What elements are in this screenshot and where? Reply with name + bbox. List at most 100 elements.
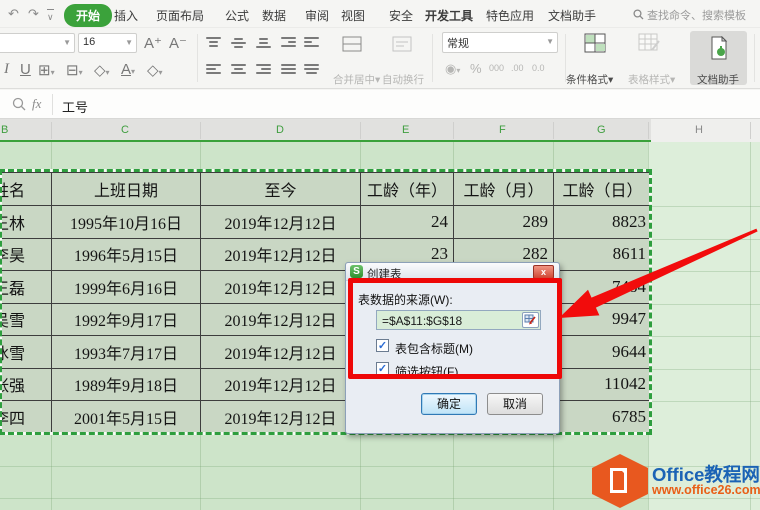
- insert-function-icon[interactable]: fx: [32, 96, 41, 112]
- checkbox-checked-icon: ✓: [376, 339, 389, 352]
- doc-assistant-label: 文档助手: [697, 72, 739, 87]
- header-name[interactable]: 姓名: [1, 173, 52, 206]
- clear-format-button[interactable]: ◇▾: [147, 61, 163, 79]
- header-years[interactable]: 工龄（年）: [361, 173, 454, 206]
- column-header-h[interactable]: H: [695, 124, 703, 136]
- align-bottom-button[interactable]: [256, 37, 271, 48]
- conditional-format-button[interactable]: 条件格式▾: [566, 72, 613, 87]
- dialog-title-bar[interactable]: S 创建表 x: [346, 263, 559, 281]
- align-center-button[interactable]: [231, 64, 246, 75]
- increase-indent-button[interactable]: [304, 37, 319, 48]
- thousands-format-button[interactable]: 000: [489, 63, 504, 73]
- font-size-combo[interactable]: 16 ▼: [78, 33, 137, 53]
- chevron-down-icon: ▼: [63, 38, 71, 47]
- ok-button[interactable]: 确定: [421, 393, 477, 415]
- align-middle-button[interactable]: [231, 37, 246, 48]
- tab-doc-assistant[interactable]: 文档助手: [548, 7, 596, 24]
- fill-color-button[interactable]: ◇▾: [94, 61, 110, 79]
- doc-assistant-button[interactable]: 文档助手: [690, 31, 747, 85]
- header-start-date[interactable]: 上班日期: [52, 173, 201, 206]
- tab-insert[interactable]: 插入: [114, 7, 138, 24]
- wrap-text-icon: [392, 36, 412, 52]
- borders-button[interactable]: ⊞▾: [38, 61, 55, 79]
- decrease-font-button[interactable]: A⁻: [169, 34, 187, 52]
- tab-special-apps[interactable]: 特色应用: [486, 7, 534, 24]
- decrease-indent-button[interactable]: [281, 37, 296, 48]
- italic-button[interactable]: I: [4, 61, 9, 78]
- number-format-value: 常规: [447, 38, 469, 50]
- source-range-input[interactable]: =$A$11:$G$18: [376, 310, 541, 330]
- formula-input[interactable]: 工号: [62, 97, 88, 116]
- tab-security[interactable]: 安全: [389, 7, 413, 24]
- checkbox-checked-icon: ✓: [376, 362, 389, 375]
- checkbox-label: 筛选按钮(F): [395, 363, 458, 380]
- font-color-button[interactable]: A▾: [121, 61, 135, 78]
- fill-cells-button[interactable]: ⊟▾: [66, 61, 83, 79]
- table-style-button[interactable]: 表格样式▾: [628, 72, 675, 87]
- font-name-combo[interactable]: ▼: [0, 33, 75, 53]
- cancel-button[interactable]: 取消: [487, 393, 543, 415]
- search-icon: [633, 9, 644, 20]
- tab-view[interactable]: 视图: [341, 7, 365, 24]
- search-label: 查找命令、搜索模板: [647, 10, 746, 22]
- chevron-down-icon: ▼: [546, 37, 554, 46]
- zoom-formula-icon[interactable]: [12, 97, 26, 111]
- dialog-title: 创建表: [367, 266, 402, 282]
- ribbon-tab-bar: ↶ ↷ ∨ 开始 插入 页面布局 公式 数据 审阅 视图 安全 开发工具 特色应…: [0, 0, 760, 28]
- wps-spreadsheet-window: ↶ ↷ ∨ 开始 插入 页面布局 公式 数据 审阅 视图 安全 开发工具 特色应…: [0, 0, 760, 510]
- doc-assistant-icon: [710, 36, 728, 60]
- column-header-d[interactable]: D: [276, 124, 284, 136]
- close-icon[interactable]: x: [533, 265, 554, 279]
- increase-decimal-button[interactable]: .00: [511, 63, 524, 73]
- wps-logo-icon: S: [350, 265, 363, 278]
- increase-font-button[interactable]: A⁺: [144, 34, 162, 52]
- command-search-box[interactable]: 查找命令、搜索模板: [633, 7, 746, 23]
- ribbon-toolbar: ▼ 16 ▼ A⁺ A⁻ I U ⊞▾ ⊟▾ ◇▾ A▾ ◇▾ 合并居中▾: [0, 28, 760, 89]
- column-header-g[interactable]: G: [597, 124, 606, 136]
- create-table-dialog: S 创建表 x 表数据的来源(W): =$A$11:$G$18 ✓ 表包含标题(…: [345, 262, 560, 434]
- merge-center-button[interactable]: 合并居中▾: [333, 72, 380, 87]
- table-header-row: 姓名 上班日期 至今 工龄（年） 工龄（月） 工龄（日）: [1, 173, 652, 206]
- font-size-value: 16: [83, 36, 95, 48]
- office26-logo-icon: [592, 454, 648, 508]
- undo-icon[interactable]: ↶: [8, 7, 19, 21]
- align-top-button[interactable]: [206, 37, 221, 48]
- distributed-button[interactable]: [304, 64, 319, 75]
- underline-button[interactable]: U: [20, 61, 31, 78]
- checkbox-label: 表包含标题(M): [395, 340, 473, 357]
- formula-bar: fx 工号: [0, 90, 760, 119]
- watermark-title: Office教程网: [652, 465, 760, 484]
- tab-developer[interactable]: 开发工具: [425, 7, 473, 24]
- header-days[interactable]: 工龄（日）: [554, 173, 652, 206]
- column-header-strip: B C D E F G H: [0, 119, 760, 142]
- tab-data[interactable]: 数据: [262, 7, 286, 24]
- table-style-icon: [638, 33, 660, 53]
- wrap-text-button[interactable]: 自动换行: [382, 72, 424, 87]
- tab-review[interactable]: 审阅: [305, 7, 329, 24]
- range-picker-button[interactable]: [522, 312, 539, 328]
- divider: [52, 94, 53, 115]
- justify-button[interactable]: [281, 64, 296, 75]
- source-range-value: =$A$11:$G$18: [382, 314, 462, 328]
- source-range-label: 表数据的来源(W):: [358, 291, 453, 308]
- header-until[interactable]: 至今: [201, 173, 361, 206]
- column-header-b[interactable]: B: [1, 124, 8, 136]
- align-left-button[interactable]: [206, 64, 221, 75]
- decrease-decimal-button[interactable]: 0.0: [532, 63, 545, 73]
- tab-home[interactable]: 开始: [64, 4, 112, 27]
- align-right-button[interactable]: [256, 64, 271, 75]
- tab-page-layout[interactable]: 页面布局: [156, 7, 204, 24]
- customize-toolbar-icon[interactable]: ∨: [47, 9, 54, 24]
- currency-format-button[interactable]: ◉▾: [445, 61, 460, 77]
- table-row: 王林 1995年10月16日 2019年12月12日 24 289 8823: [1, 206, 652, 239]
- tab-formulas[interactable]: 公式: [225, 7, 249, 24]
- number-format-combo[interactable]: 常规 ▼: [442, 32, 558, 53]
- range-picker-icon: [524, 314, 537, 326]
- redo-icon[interactable]: ↷: [28, 7, 39, 21]
- merge-center-icon: [342, 36, 362, 52]
- column-header-c[interactable]: C: [121, 124, 129, 136]
- percent-format-button[interactable]: %: [470, 61, 482, 76]
- column-header-e[interactable]: E: [402, 124, 409, 136]
- header-months[interactable]: 工龄（月）: [454, 173, 554, 206]
- column-header-f[interactable]: F: [499, 124, 506, 136]
